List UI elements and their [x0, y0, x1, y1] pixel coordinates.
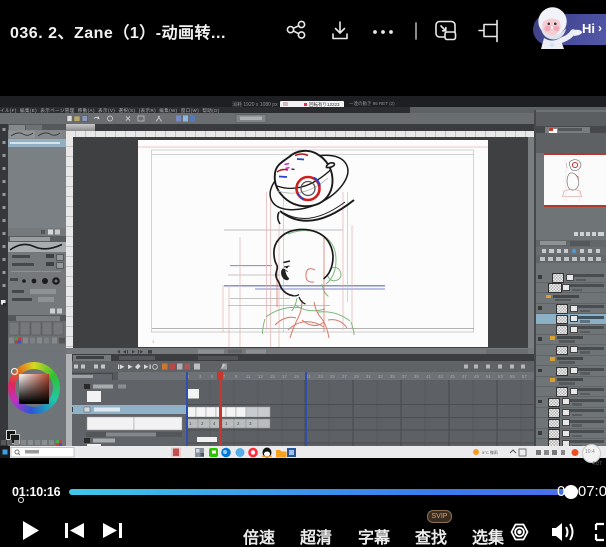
svg-text:27: 27	[342, 374, 347, 379]
svg-text:31: 31	[366, 374, 371, 379]
svg-text:47: 47	[462, 374, 467, 379]
svg-text:5°C 微雨: 5°C 微雨	[482, 449, 498, 455]
svg-text:45: 45	[450, 374, 455, 379]
svg-text:37: 37	[402, 374, 407, 379]
svg-text:5: 5	[211, 374, 214, 379]
svg-text:43: 43	[438, 374, 443, 379]
svg-text:9: 9	[235, 374, 238, 379]
svg-text:55: 55	[510, 374, 515, 379]
svg-text:57: 57	[522, 374, 527, 379]
svg-text:51: 51	[486, 374, 491, 379]
svg-text:53: 53	[498, 374, 503, 379]
svg-text:11: 11	[246, 374, 251, 379]
svg-text:13: 13	[258, 374, 263, 379]
svg-text:29: 29	[354, 374, 359, 379]
svg-text:1: 1	[152, 339, 155, 344]
svg-text:7: 7	[223, 374, 226, 379]
svg-text:15: 15	[270, 374, 275, 379]
svg-text:17: 17	[282, 374, 287, 379]
svg-text:19: 19	[294, 374, 299, 379]
svg-text:35: 35	[390, 374, 395, 379]
svg-text:39: 39	[414, 374, 419, 379]
svg-text:33: 33	[378, 374, 383, 379]
svg-text:23: 23	[318, 374, 323, 379]
svg-text:49: 49	[474, 374, 479, 379]
svg-text:25: 25	[330, 374, 335, 379]
svg-text:3: 3	[199, 374, 202, 379]
svg-text:41: 41	[426, 374, 431, 379]
